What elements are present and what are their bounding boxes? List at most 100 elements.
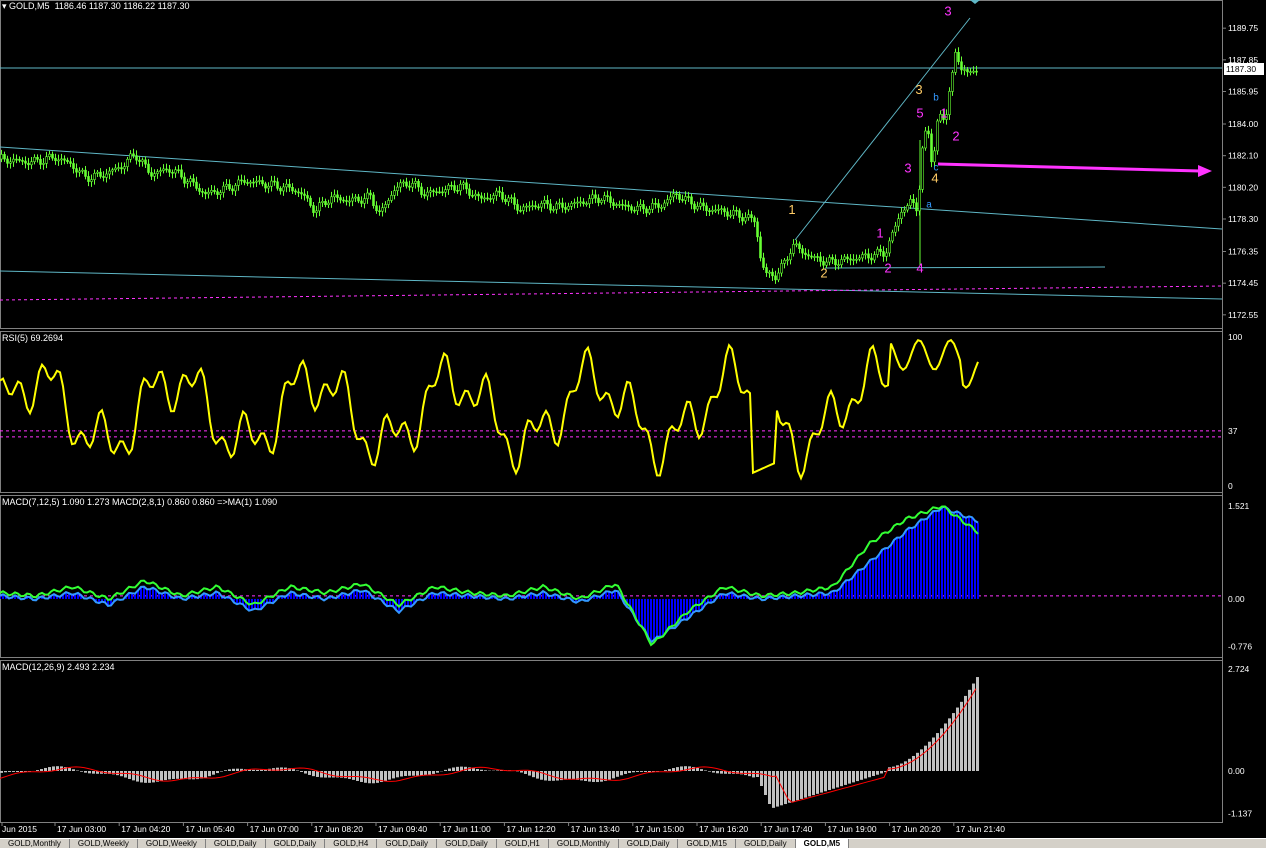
candle-body xyxy=(760,237,762,258)
candle-body xyxy=(397,187,399,191)
candle-body xyxy=(778,273,780,280)
macd2-hist-bar xyxy=(972,684,975,771)
candle-body xyxy=(346,201,348,202)
time-tick-label: 17 Jun 20:20 xyxy=(892,824,941,834)
candle-body xyxy=(211,190,213,192)
candle-body xyxy=(391,195,393,200)
macd2-hist-bar xyxy=(848,771,851,784)
candle-body xyxy=(55,158,57,160)
candle-body xyxy=(409,186,411,187)
price-tick-label: 1189.75 xyxy=(1228,23,1258,33)
candle-body xyxy=(601,200,603,202)
macd2-hist-bar xyxy=(180,771,183,779)
candle-body xyxy=(58,160,60,161)
candle-body xyxy=(70,162,72,164)
candle-body xyxy=(169,170,171,173)
candle-body xyxy=(352,198,354,201)
candle-body xyxy=(679,194,681,199)
time-tick-label: 17 Jun 08:20 xyxy=(314,824,363,834)
candle-body xyxy=(28,163,30,165)
candle-body xyxy=(859,258,861,259)
candle-body xyxy=(835,259,837,265)
candle-body xyxy=(196,182,198,188)
candle-body xyxy=(379,211,381,212)
candle-body xyxy=(40,159,42,164)
candle-body xyxy=(901,212,903,218)
macd2-hist-bar xyxy=(260,770,263,771)
candle-body xyxy=(469,189,471,195)
candle-body xyxy=(547,200,549,204)
candle-body xyxy=(670,197,672,200)
candle-body xyxy=(850,259,852,260)
candle-body xyxy=(496,191,498,195)
candle-body xyxy=(94,173,96,179)
price-tick-label: 1178.30 xyxy=(1228,214,1258,224)
macd2-hist-bar xyxy=(640,771,643,772)
candle-body xyxy=(235,185,237,190)
time-tick-label: 17 Jun 17:40 xyxy=(763,824,812,834)
candle-body xyxy=(325,201,327,204)
candle-body xyxy=(883,251,885,256)
candle-body xyxy=(334,195,336,197)
candle-body xyxy=(304,194,306,195)
candle-body xyxy=(283,187,285,191)
candle-body xyxy=(19,159,21,160)
candle-body xyxy=(388,200,390,204)
candle-body xyxy=(571,203,573,206)
candle-body xyxy=(964,69,966,70)
candle-body xyxy=(43,163,45,164)
candle-body xyxy=(976,71,978,72)
macd2-hist-bar xyxy=(300,771,303,772)
candle-body xyxy=(100,172,102,176)
candle-body xyxy=(502,192,504,199)
candle-body xyxy=(124,167,126,169)
macd2-hist-bar xyxy=(308,771,311,775)
candle-body xyxy=(775,276,777,280)
macd2-hist-bar xyxy=(72,769,75,771)
candle-body xyxy=(421,187,423,195)
time-tick-label: 17 Jun 09:40 xyxy=(378,824,427,834)
macd2-hist-bar xyxy=(824,771,827,791)
candle-body xyxy=(727,212,729,216)
candle-body xyxy=(445,190,447,193)
candle-body xyxy=(700,203,702,206)
wave-label: 5 xyxy=(916,105,923,120)
macd2-hist-bar xyxy=(252,770,255,771)
candle-body xyxy=(724,209,726,212)
candle-body xyxy=(529,206,531,207)
candle-body xyxy=(139,160,141,161)
macd2-hist-bar xyxy=(676,767,679,771)
candle-body xyxy=(466,183,468,189)
time-tick-label: 17 Jun 15:00 xyxy=(635,824,684,834)
candle-body xyxy=(436,192,438,193)
candle-body xyxy=(472,195,474,196)
candle-body xyxy=(595,195,597,198)
macd2-hist-bar xyxy=(412,771,415,776)
candle-body xyxy=(361,201,363,203)
macd2-hist-bar xyxy=(852,771,855,782)
candle-body xyxy=(358,197,360,201)
candle-body xyxy=(676,194,678,195)
candle-body xyxy=(430,191,432,192)
candle-body xyxy=(931,134,933,162)
candle-body xyxy=(799,244,801,249)
macd2-hist-bar xyxy=(476,769,479,771)
macd2-hist-bar xyxy=(816,771,819,794)
wave-label: c xyxy=(934,163,939,174)
candle-body xyxy=(403,182,405,183)
macd2-hist-bar xyxy=(520,771,523,773)
macd2-hist-bar xyxy=(588,771,591,782)
candle-body xyxy=(454,186,456,191)
candle-body xyxy=(790,254,792,260)
time-tick-label: 17 Jun 13:40 xyxy=(571,824,620,834)
macd2-hist-bar xyxy=(212,771,215,775)
pane-frame xyxy=(1,332,1223,493)
candle-body xyxy=(160,171,162,172)
candle-body xyxy=(910,199,912,205)
macd2-hist-bar xyxy=(840,771,843,786)
candle-body xyxy=(148,164,150,172)
candle-body xyxy=(73,163,75,168)
candle-body xyxy=(67,160,69,161)
projection-arrow-line xyxy=(938,164,1200,171)
candle-body xyxy=(154,174,156,177)
